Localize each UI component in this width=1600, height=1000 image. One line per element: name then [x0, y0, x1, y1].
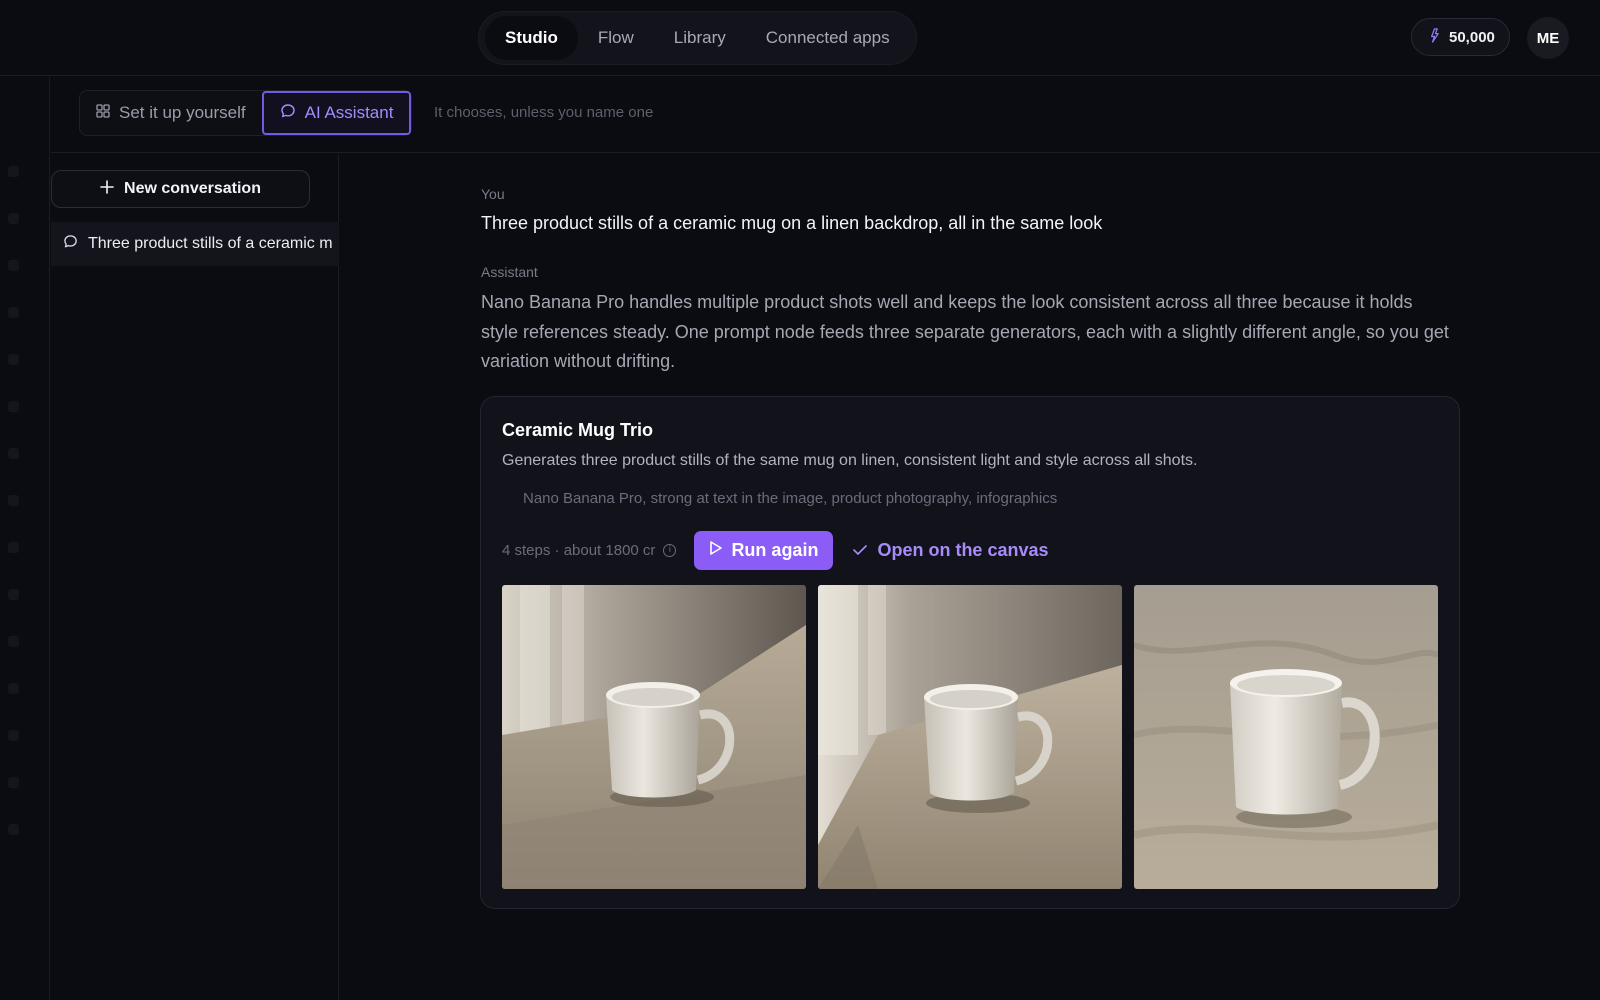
new-conversation-button[interactable]: New conversation — [51, 170, 310, 208]
avatar[interactable]: ME — [1527, 17, 1569, 59]
card-title: Ceramic Mug Trio — [502, 420, 654, 440]
steps-label: 4 steps · about 1800 cr — [502, 541, 656, 559]
card-actions: 4 steps · about 1800 cr i Run again Open… — [502, 530, 1049, 570]
credits-value: 50,000 — [1449, 28, 1495, 46]
check-icon — [853, 540, 868, 561]
result-thumbnails — [502, 585, 1438, 889]
result-image[interactable] — [1134, 585, 1438, 889]
conversation-item[interactable]: Three product stills of a ceramic m — [51, 222, 339, 266]
conversation-sidebar: New conversation Three product stills of… — [51, 154, 339, 1000]
rail-icon[interactable] — [8, 730, 19, 741]
play-icon — [709, 540, 723, 561]
chat-thread: You Three product stills of a ceramic mu… — [481, 186, 1459, 377]
rail-icon[interactable] — [8, 401, 19, 412]
rail-icon[interactable] — [8, 213, 19, 224]
model-info: Nano Banana Pro, strong at text in the i… — [523, 490, 1058, 507]
credits-badge[interactable]: 50,000 — [1411, 18, 1510, 56]
chat-bubble-icon — [63, 234, 78, 254]
result-image[interactable] — [502, 585, 806, 889]
ai-assistant-button[interactable]: AI Assistant — [261, 91, 412, 135]
ai-assistant-label: AI Assistant — [304, 103, 394, 122]
tab-flow[interactable]: Flow — [578, 16, 654, 60]
rail-icon[interactable] — [8, 448, 19, 459]
card-description: Generates three product stills of the sa… — [502, 452, 1198, 469]
plus-icon — [100, 179, 114, 199]
open-on-canvas-label: Open on the canvas — [877, 539, 1049, 560]
tab-connected-apps[interactable]: Connected apps — [746, 16, 910, 60]
new-conversation-label: New conversation — [124, 180, 261, 197]
rail-icon[interactable] — [8, 589, 19, 600]
mode-hint: It chooses, unless you name one — [434, 104, 654, 121]
rail-icon[interactable] — [8, 260, 19, 271]
mode-bar: Set it up yourself AI Assistant It choos… — [51, 77, 1600, 153]
assistant-role-label: Assistant — [481, 264, 538, 280]
left-rail — [0, 77, 50, 1000]
info-icon[interactable]: i — [663, 543, 677, 557]
tab-studio[interactable]: Studio — [485, 16, 578, 60]
rail-icon[interactable] — [8, 636, 19, 647]
run-again-button[interactable]: Run again — [694, 530, 834, 570]
tab-library[interactable]: Library — [654, 16, 746, 60]
workflow-card: Ceramic Mug Trio Generates three product… — [480, 396, 1460, 909]
rail-icon[interactable] — [8, 307, 19, 318]
user-role-label: You — [481, 186, 505, 202]
manual-mode-button[interactable]: Set it up yourself — [80, 91, 262, 135]
rail-icon[interactable] — [8, 354, 19, 365]
steps-info: 4 steps · about 1800 cr i — [502, 541, 677, 559]
rail-icon[interactable] — [8, 542, 19, 553]
user-message: Three product stills of a ceramic mug on… — [481, 213, 1103, 233]
rail-icon[interactable] — [8, 166, 19, 177]
rail-icon[interactable] — [8, 777, 19, 788]
rail-icon[interactable] — [8, 683, 19, 694]
mode-switch: Set it up yourself AI Assistant — [79, 90, 413, 136]
sparkle-icon — [1426, 27, 1441, 47]
grid-icon — [96, 103, 110, 123]
chat-bubble-icon — [280, 103, 296, 124]
main-nav: Studio Flow Library Connected apps — [478, 11, 917, 65]
conversation-title: Three product stills of a ceramic m — [88, 235, 333, 252]
top-bar: Studio Flow Library Connected apps 50,00… — [0, 0, 1600, 76]
open-on-canvas-link[interactable]: Open on the canvas — [853, 539, 1049, 561]
assistant-message: Nano Banana Pro handles multiple product… — [481, 292, 1449, 371]
rail-icon[interactable] — [8, 495, 19, 506]
rail-icon[interactable] — [8, 824, 19, 835]
result-image[interactable] — [818, 585, 1122, 889]
manual-mode-label: Set it up yourself — [119, 103, 246, 122]
run-again-label: Run again — [731, 539, 819, 560]
